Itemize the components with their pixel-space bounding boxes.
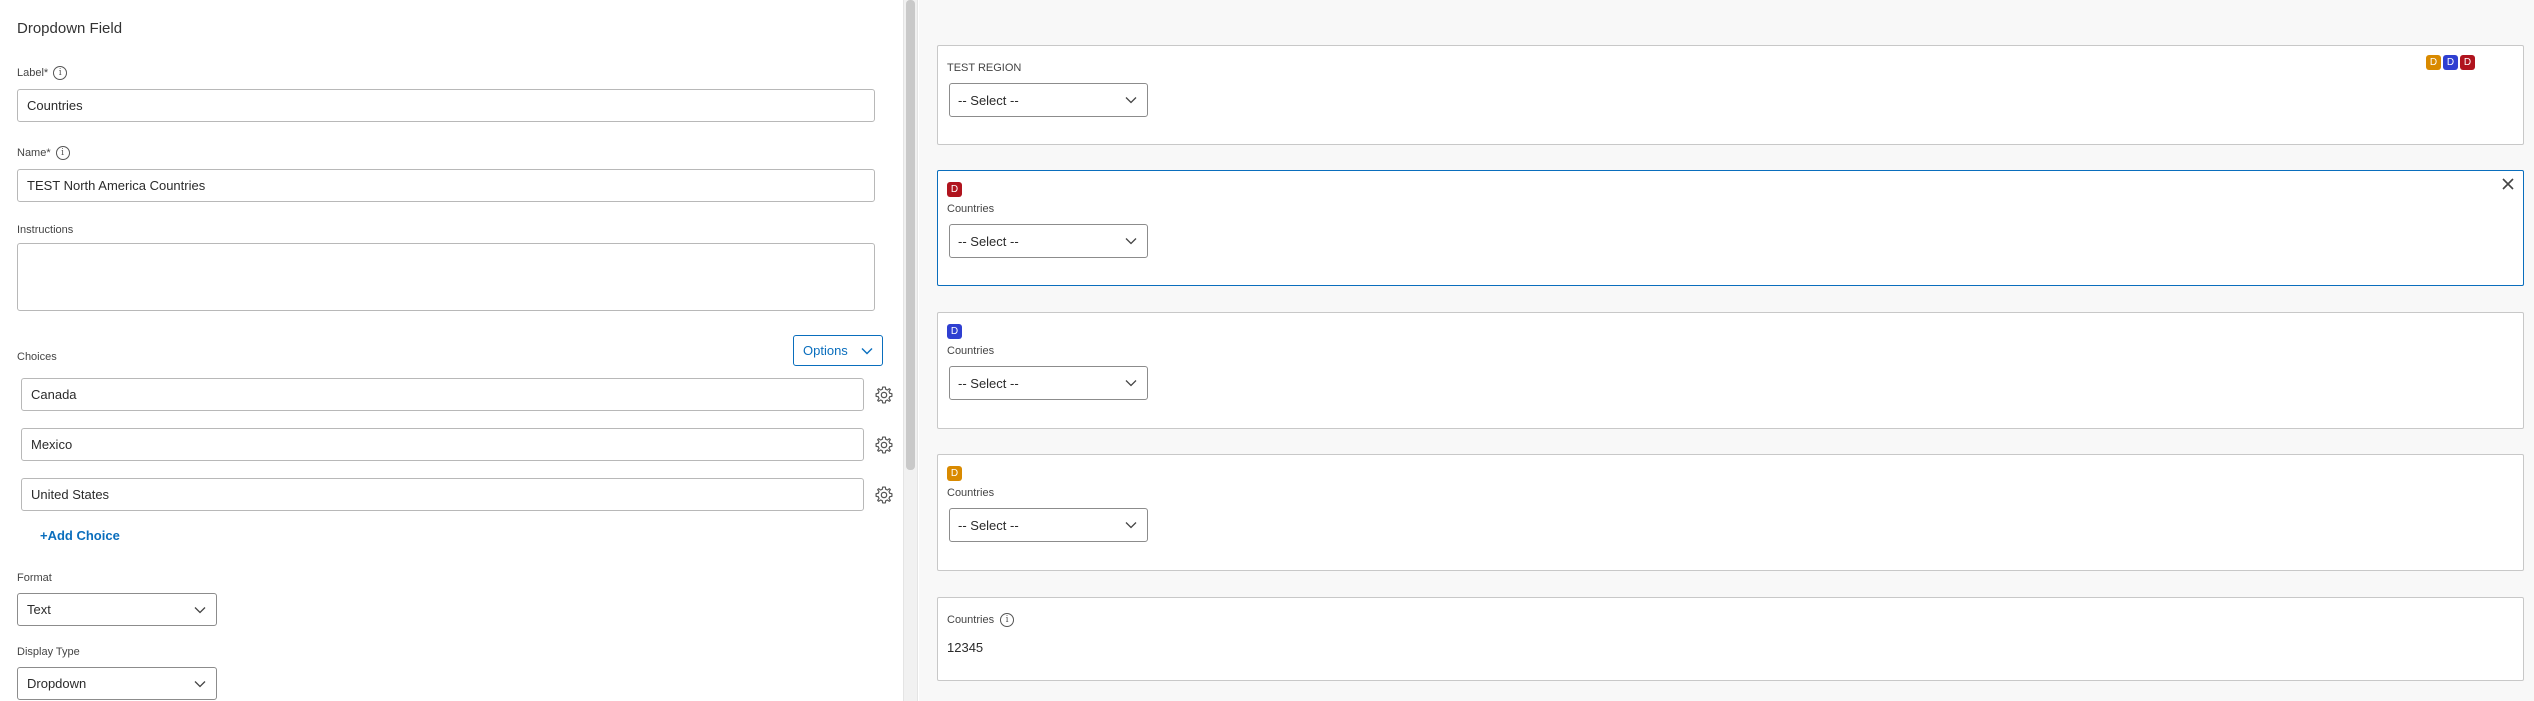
display-type-select[interactable]: Dropdown (17, 667, 217, 700)
choices-label: Choices (17, 351, 57, 363)
card-label: Countries (947, 487, 995, 499)
format-label: Format (17, 572, 52, 584)
label-field-label: Label* i (17, 66, 68, 80)
preview-card-test-region[interactable]: TEST REGION D D D -- Select -- (937, 45, 2524, 145)
instructions-textarea[interactable] (17, 243, 875, 311)
preview-card-countries-selected[interactable]: D Countries -- Select -- (937, 170, 2524, 286)
card-label: Countries (947, 203, 995, 215)
label-input[interactable] (17, 89, 875, 122)
select-value: -- Select -- (958, 375, 1019, 391)
info-icon[interactable]: i (55, 146, 70, 160)
choice-input-canada[interactable] (21, 378, 864, 411)
info-icon[interactable]: i (1000, 613, 1015, 627)
countries-value: 12345 (947, 640, 984, 655)
chevron-down-icon (1125, 380, 1137, 387)
preview-card-countries-blue[interactable]: D Countries -- Select -- (937, 312, 2524, 429)
countries-select[interactable]: -- Select -- (949, 224, 1148, 258)
choice-input-united-states[interactable] (21, 478, 864, 511)
badge-red: D (947, 182, 962, 197)
format-select[interactable]: Text (17, 593, 217, 626)
preview-card-countries-value[interactable]: Countries i 12345 (937, 597, 2524, 681)
gear-icon[interactable] (874, 485, 894, 505)
select-value: -- Select -- (958, 233, 1019, 249)
scrollbar-thumb[interactable] (906, 0, 915, 470)
select-value: -- Select -- (958, 92, 1019, 108)
panel-title: Dropdown Field (17, 20, 123, 37)
badge-orange: D (947, 466, 962, 481)
card-label: Countries (947, 345, 995, 357)
name-input[interactable] (17, 169, 875, 202)
chevron-down-icon (194, 680, 206, 687)
chevron-down-icon (1125, 522, 1137, 529)
add-choice-link[interactable]: +Add Choice (40, 528, 120, 543)
format-value: Text (27, 602, 51, 617)
close-icon[interactable] (2501, 177, 2515, 191)
badge-blue: D (2443, 55, 2458, 70)
countries-select[interactable]: -- Select -- (949, 508, 1148, 542)
badge-blue: D (947, 324, 962, 339)
gear-icon[interactable] (874, 385, 894, 405)
chevron-down-icon (861, 347, 873, 354)
field-editor-panel: Dropdown Field Label* i Name* i Instruct… (0, 0, 903, 701)
badge-orange: D (2426, 55, 2441, 70)
display-type-value: Dropdown (27, 676, 87, 691)
badge-group: D D D (2426, 55, 2475, 70)
options-label: Options (803, 343, 848, 358)
chevron-down-icon (1125, 97, 1137, 104)
preview-card-countries-orange[interactable]: D Countries -- Select -- (937, 454, 2524, 571)
card-label: TEST REGION (947, 62, 1022, 74)
instructions-label: Instructions (17, 224, 74, 236)
info-icon[interactable]: i (53, 66, 68, 80)
card-label: Countries i (947, 613, 1015, 627)
countries-select[interactable]: -- Select -- (949, 366, 1148, 400)
chevron-down-icon (1125, 238, 1137, 245)
chevron-down-icon (194, 606, 206, 613)
select-value: -- Select -- (958, 517, 1019, 533)
display-type-label: Display Type (17, 646, 80, 658)
name-field-label: Name* i (17, 146, 70, 160)
badge-red: D (2460, 55, 2475, 70)
options-dropdown-button[interactable]: Options (793, 335, 883, 366)
gear-icon[interactable] (874, 435, 894, 455)
choice-input-mexico[interactable] (21, 428, 864, 461)
region-select[interactable]: -- Select -- (949, 83, 1148, 117)
